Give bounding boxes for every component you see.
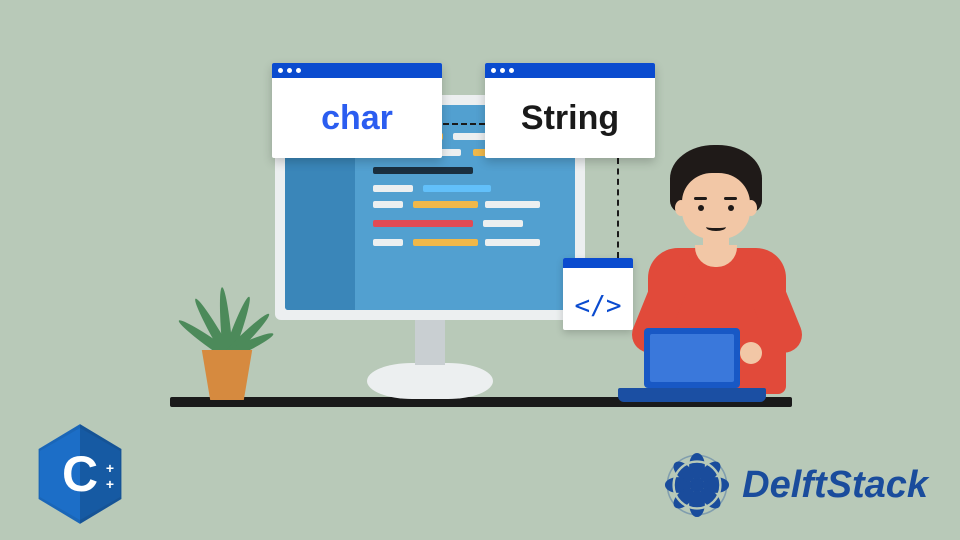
dashed-connector-vertical [617, 158, 619, 258]
code-icon: </> [563, 291, 633, 321]
brand-emblem-icon [658, 446, 736, 524]
cpp-plus-icon: + [106, 460, 114, 476]
card-string: String [485, 63, 655, 158]
plant [185, 290, 265, 400]
code-window: </> [563, 258, 633, 330]
dashed-connector-horizontal [443, 123, 485, 125]
cpp-logo: C + + [30, 420, 130, 528]
brand: DelftStack [658, 446, 928, 524]
card-titlebar [485, 63, 655, 78]
card-titlebar [272, 63, 442, 78]
brand-name: DelftStack [742, 464, 928, 507]
card-char-label: char [272, 78, 442, 158]
cpp-plus-icon: + [106, 476, 114, 492]
card-string-label: String [485, 78, 655, 158]
card-char: char [272, 63, 442, 158]
code-window-titlebar [563, 258, 633, 268]
laptop [618, 328, 766, 402]
